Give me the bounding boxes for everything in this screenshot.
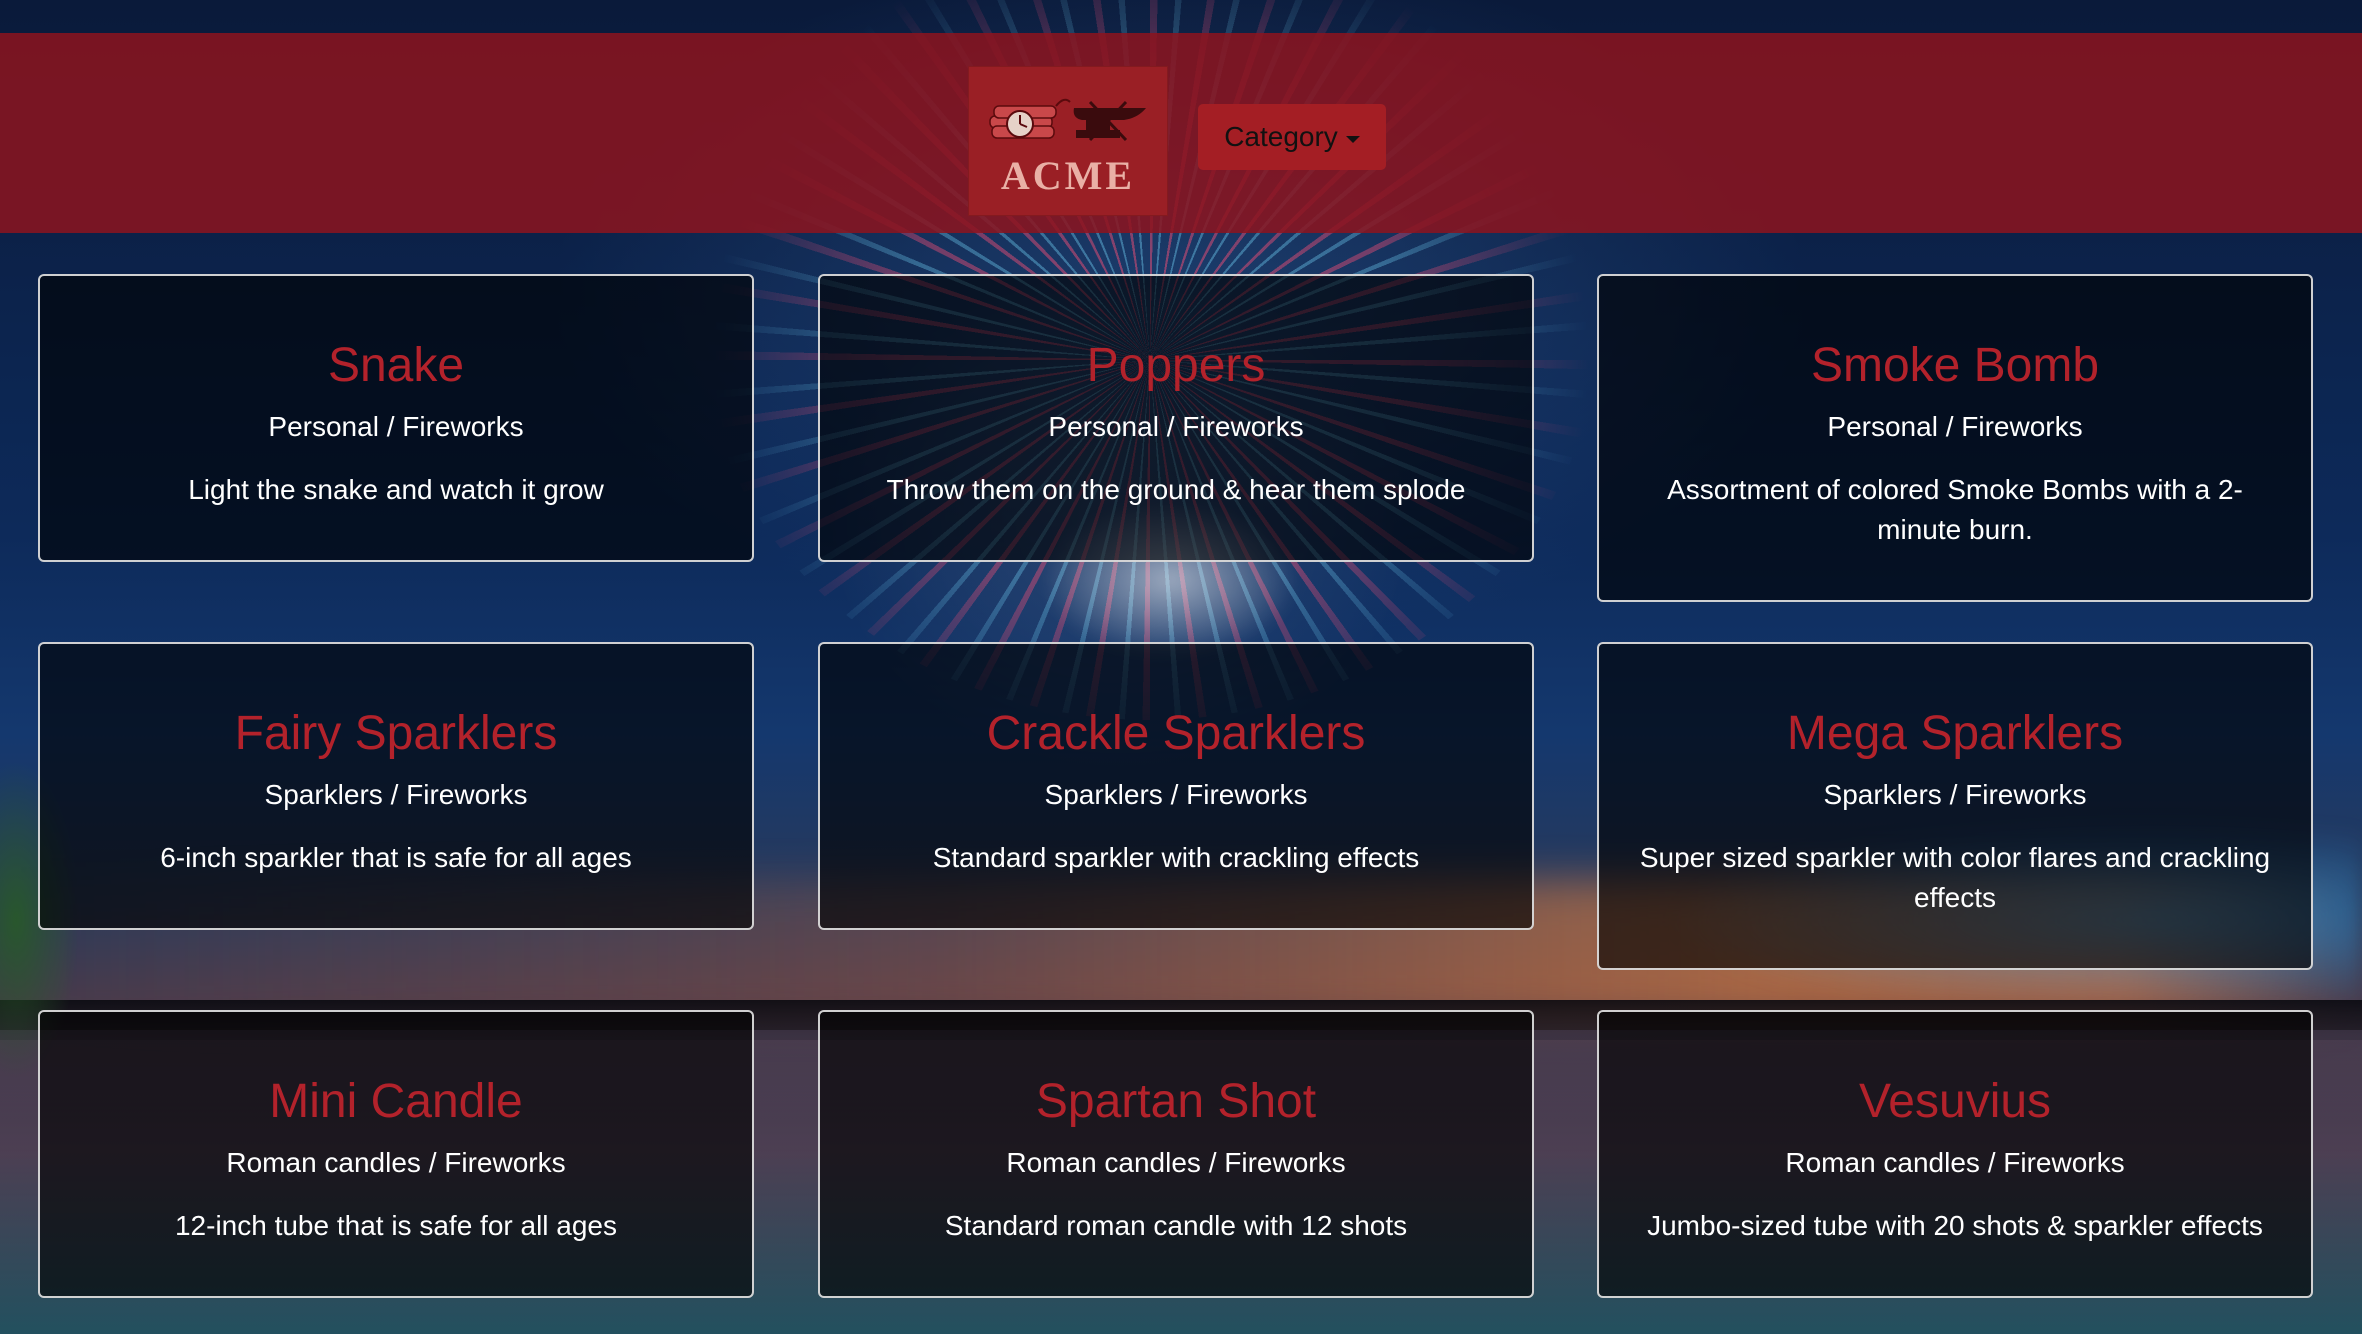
product-category: Sparklers / Fireworks bbox=[1044, 779, 1308, 810]
product-category: Personal / Fireworks bbox=[1827, 411, 2083, 442]
product-category: Personal / Fireworks bbox=[268, 411, 524, 442]
product-title: Snake bbox=[327, 339, 465, 392]
product-description: Standard roman candle with 12 shots bbox=[944, 1210, 1408, 1241]
product-description: 12-inch tube that is safe for all ages bbox=[174, 1210, 618, 1241]
logo-text: ACME bbox=[1000, 153, 1136, 198]
product-card-poppers[interactable]: Poppers Personal / Fireworks Throw them … bbox=[818, 274, 1534, 562]
product-category: Roman candles / Fireworks bbox=[226, 1147, 566, 1178]
product-title: Vesuvius bbox=[1858, 1075, 2052, 1128]
product-category: Personal / Fireworks bbox=[1048, 411, 1304, 442]
product-title: Poppers bbox=[1086, 339, 1266, 392]
dynamite-anvil-icon bbox=[989, 98, 1146, 142]
acme-logo[interactable]: ACME bbox=[968, 66, 1168, 216]
category-button-label: Category bbox=[1224, 121, 1338, 152]
product-description: Jumbo-sized tube with 20 shots & sparkle… bbox=[1647, 1210, 2263, 1241]
product-card-mega-sparklers[interactable]: Mega Sparklers Sparklers / Fireworks Sup… bbox=[1597, 642, 2313, 970]
product-category: Roman candles / Fireworks bbox=[1785, 1147, 2125, 1178]
product-title: Crackle Sparklers bbox=[986, 707, 1366, 760]
product-card-smoke-bomb[interactable]: Smoke Bomb Personal / Fireworks Assortme… bbox=[1597, 274, 2313, 602]
product-description: Standard sparkler with crackling effects bbox=[932, 842, 1420, 873]
product-category: Sparklers / Fireworks bbox=[1823, 779, 2087, 810]
product-card-vesuvius[interactable]: Vesuvius Roman candles / Fireworks Jumbo… bbox=[1597, 1010, 2313, 1298]
product-description: Throw them on the ground & hear them spl… bbox=[886, 474, 1466, 505]
product-category: Roman candles / Fireworks bbox=[1006, 1147, 1346, 1178]
product-title: Fairy Sparklers bbox=[234, 707, 558, 760]
product-card-crackle-sparklers[interactable]: Crackle Sparklers Sparklers / Fireworks … bbox=[818, 642, 1534, 930]
product-description: Super sized sparkler with color flares a… bbox=[1639, 842, 2271, 913]
caret-down-icon bbox=[1345, 135, 1360, 143]
header-bar: ACME Category bbox=[0, 33, 2362, 233]
product-title: Mega Sparklers bbox=[1786, 707, 2124, 760]
product-card-mini-candle[interactable]: Mini Candle Roman candles / Fireworks 12… bbox=[38, 1010, 754, 1298]
product-title: Smoke Bomb bbox=[1810, 339, 2100, 392]
product-title: Spartan Shot bbox=[1035, 1075, 1317, 1128]
product-description: Light the snake and watch it grow bbox=[188, 474, 604, 505]
product-description: 6-inch sparkler that is safe for all age… bbox=[160, 842, 632, 873]
product-card-fairy-sparklers[interactable]: Fairy Sparklers Sparklers / Fireworks 6-… bbox=[38, 642, 754, 930]
product-card-spartan-shot[interactable]: Spartan Shot Roman candles / Fireworks S… bbox=[818, 1010, 1534, 1298]
category-dropdown-button[interactable]: Category bbox=[1198, 104, 1386, 170]
product-category: Sparklers / Fireworks bbox=[264, 779, 528, 810]
product-card-snake[interactable]: Snake Personal / Fireworks Light the sna… bbox=[38, 274, 754, 562]
product-title: Mini Candle bbox=[269, 1075, 523, 1128]
product-description: Assortment of colored Smoke Bombs with a… bbox=[1667, 474, 2243, 545]
